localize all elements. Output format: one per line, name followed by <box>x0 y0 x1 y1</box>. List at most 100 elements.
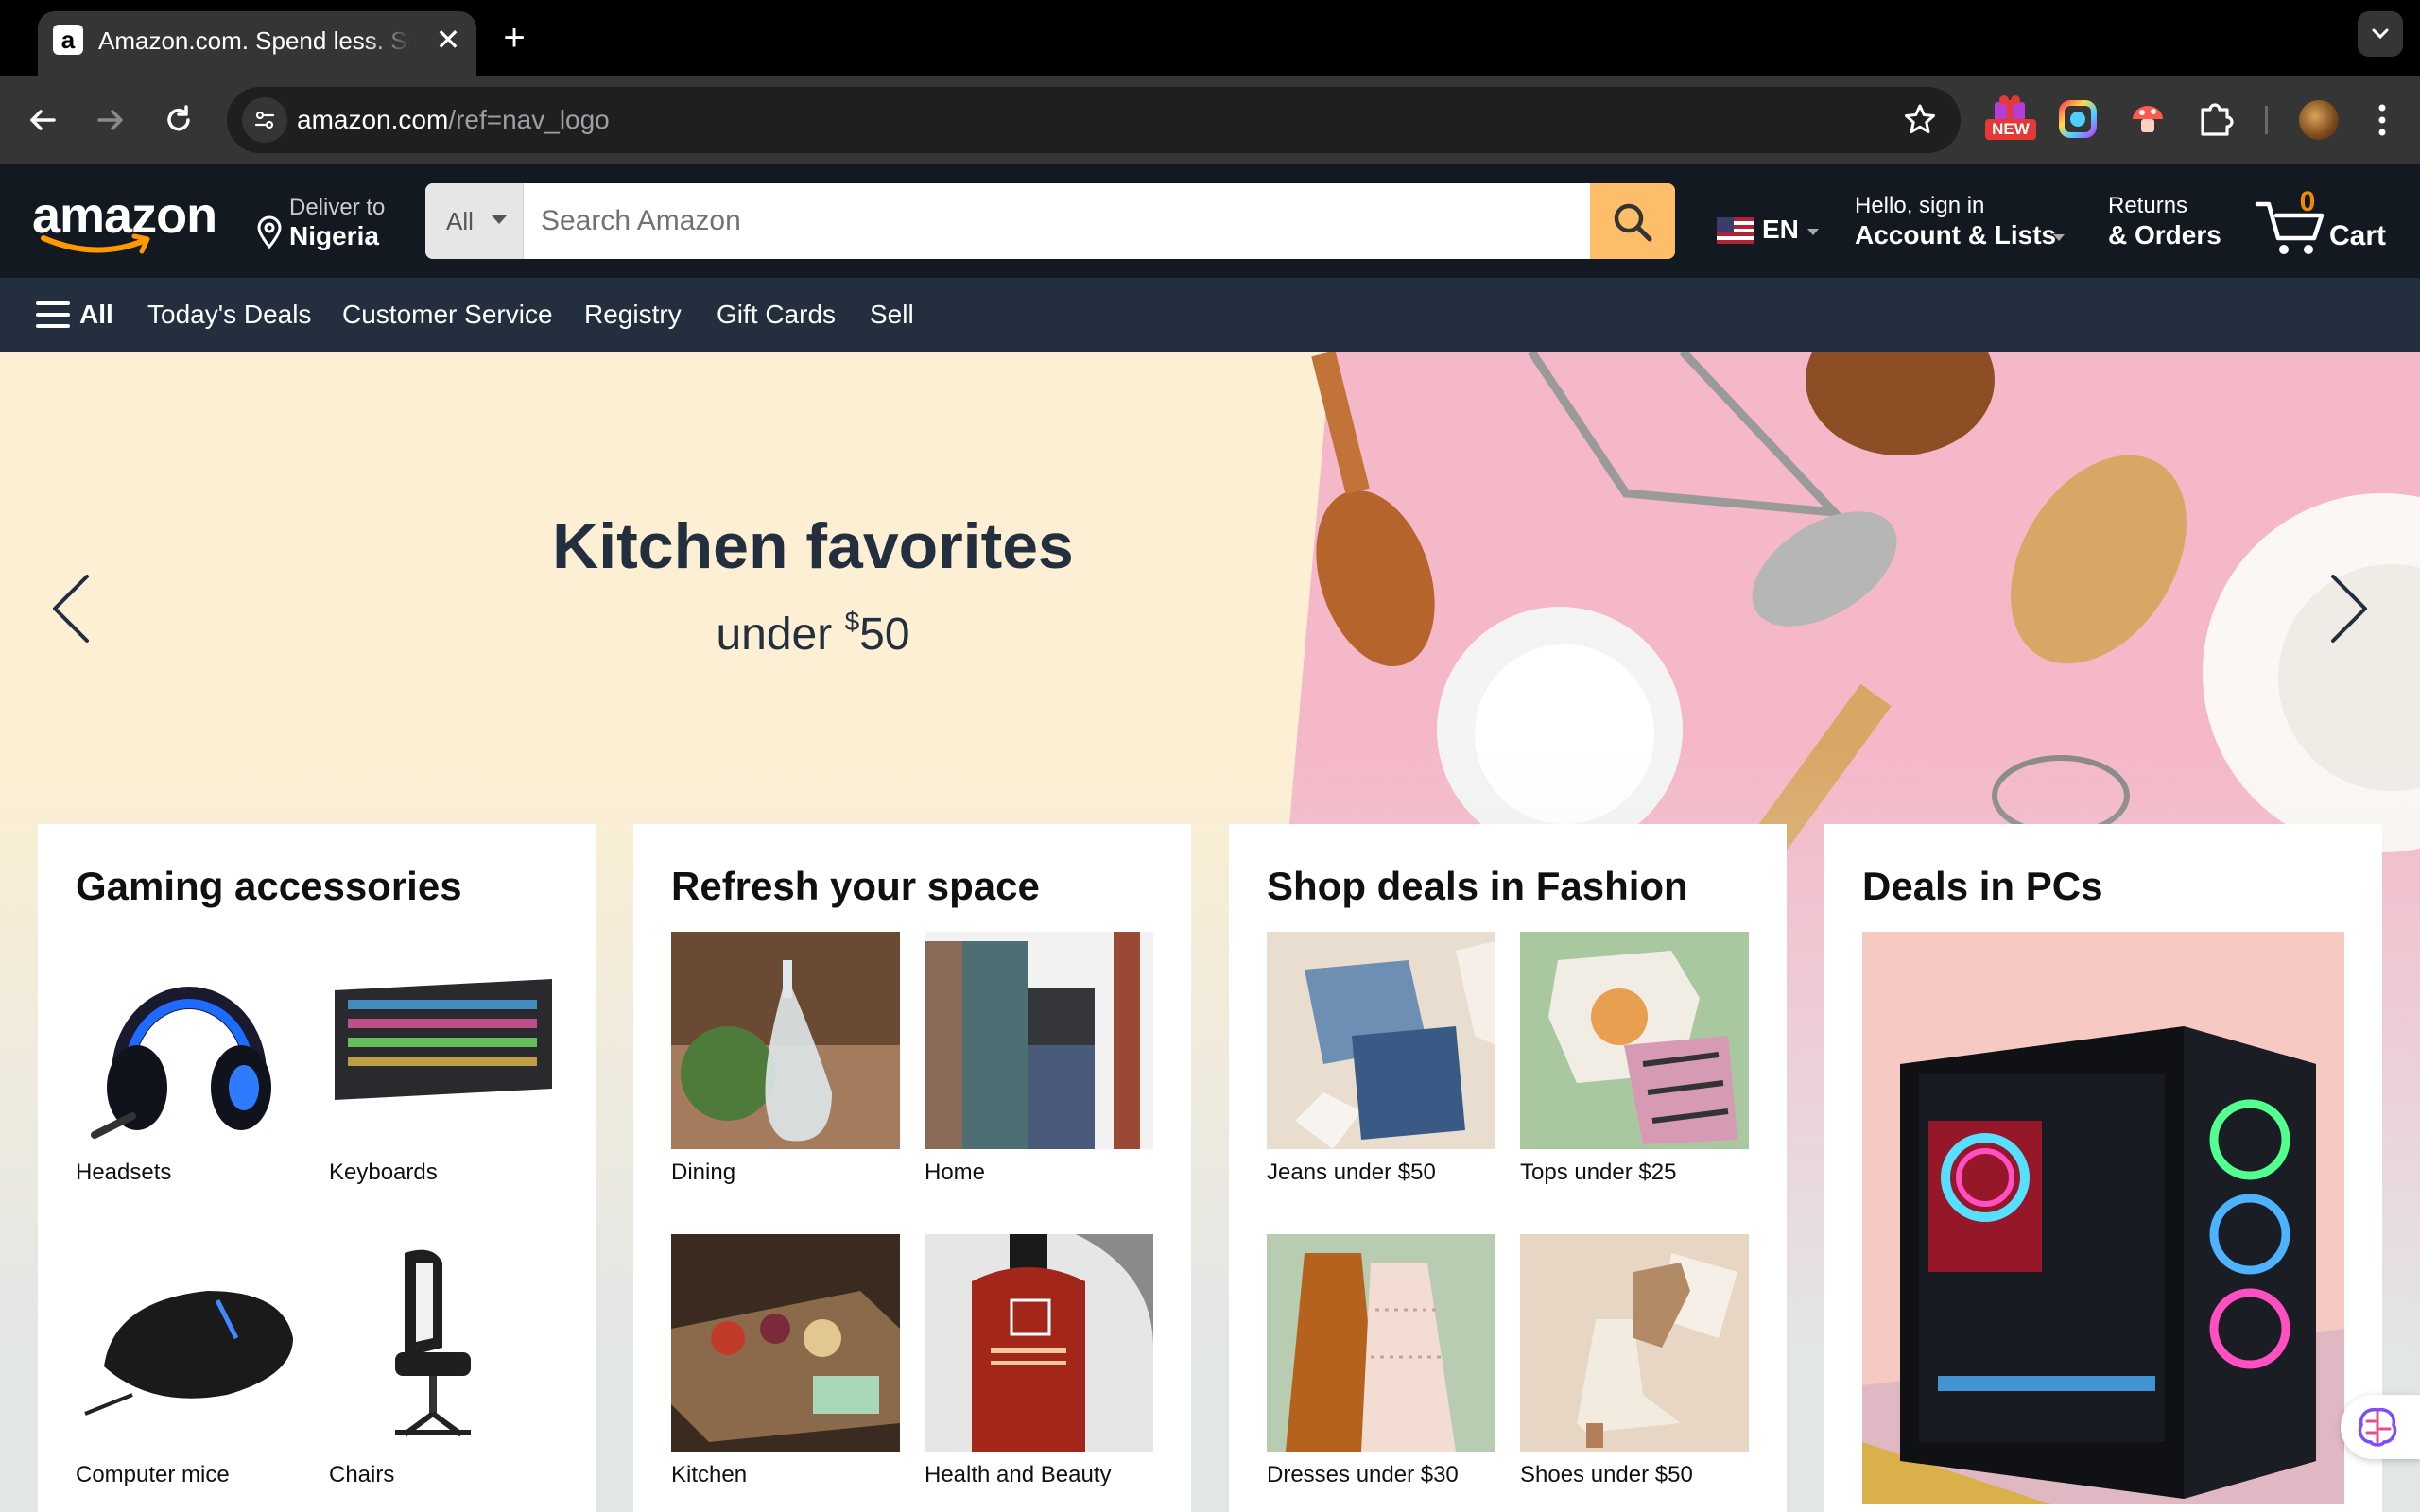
card-title: Deals in PCs <box>1862 864 2103 908</box>
chevron-left-icon <box>53 575 89 643</box>
bookmark-star-icon[interactable] <box>1900 100 1940 140</box>
new-badge: NEW <box>1985 119 2036 140</box>
tile-label: Dining <box>671 1160 736 1185</box>
language-label: EN <box>1762 215 1799 244</box>
tile-dining[interactable]: Dining <box>671 932 900 1196</box>
new-tab-button[interactable]: + <box>495 17 533 59</box>
arrow-right-icon <box>97 110 123 130</box>
extension-mushroom-button[interactable] <box>2123 94 2172 144</box>
tile-home[interactable]: Home <box>925 932 1153 1196</box>
deliver-to-location[interactable]: Deliver to Nigeria <box>250 193 401 255</box>
gaming-pc-image[interactable] <box>1862 932 2344 1504</box>
tile-label: Home <box>925 1160 986 1185</box>
forward-button[interactable] <box>87 96 134 144</box>
browser-toolbar: amazon.com/ref=nav_logo NEW <box>0 76 2420 164</box>
puzzle-icon <box>2201 103 2234 136</box>
tab-title: Amazon.com. Spend less. Smile more. <box>98 26 410 55</box>
browser-menu-button[interactable] <box>2363 96 2401 144</box>
cart-label: Cart <box>2329 220 2387 251</box>
extension-color-button[interactable] <box>2053 94 2102 144</box>
tile-label: Kitchen <box>671 1462 748 1487</box>
reload-button[interactable] <box>155 96 202 144</box>
search-bar: All <box>425 183 1675 259</box>
toolbar-divider <box>2265 106 2268 134</box>
language-selector[interactable]: EN <box>1717 212 1821 249</box>
caret-down-icon <box>492 215 507 224</box>
nav-link-registry[interactable]: Registry <box>584 299 682 331</box>
dining-image <box>671 932 900 1149</box>
account-lists-label: Account & Lists <box>1855 220 2057 249</box>
cart-count: 0 <box>2299 186 2316 217</box>
card-refresh-your-space: Refresh your space Dining Home Kitchen H… <box>633 824 1191 1512</box>
us-flag-icon <box>1717 217 1754 244</box>
orders-label: & Orders <box>2108 220 2221 249</box>
account-and-lists[interactable]: Hello, sign in Account & Lists <box>1855 193 2082 255</box>
tile-label: Shoes under $50 <box>1520 1462 1693 1487</box>
nav-link-todays-deals[interactable]: Today's Deals <box>147 299 311 331</box>
tile-label: Tops under $25 <box>1520 1160 1677 1185</box>
tile-kitchen[interactable]: Kitchen <box>671 1234 900 1499</box>
shoes-image <box>1520 1234 1749 1452</box>
url-path: /ref=nav_logo <box>448 105 610 134</box>
browser-tab[interactable]: a Amazon.com. Spend less. Smile more. ✕ <box>38 11 476 76</box>
cart-button[interactable]: 0 Cart <box>2254 185 2405 261</box>
tile-health-and-beauty[interactable]: Health and Beauty <box>925 1234 1153 1499</box>
profile-avatar[interactable] <box>2299 100 2339 140</box>
soap-bottle-image <box>925 1234 1153 1452</box>
nav-link-sell[interactable]: Sell <box>870 299 914 331</box>
color-picker-icon <box>2059 100 2097 138</box>
dresses-image <box>1267 1234 1495 1452</box>
deliver-location: Nigeria <box>289 221 379 250</box>
tile-computer-mice[interactable]: Computer mice <box>76 1234 304 1499</box>
tile-shoes[interactable]: Shoes under $50 <box>1520 1234 1749 1499</box>
search-icon <box>1614 203 1652 242</box>
tile-tops[interactable]: Tops under $25 <box>1520 932 1749 1196</box>
ai-assistant-button[interactable] <box>2341 1395 2420 1459</box>
amazon-logo[interactable]: amazon <box>23 185 221 261</box>
tile-label: Health and Beauty <box>925 1462 1112 1487</box>
search-category-dropdown[interactable]: All <box>425 183 524 259</box>
card-title: Shop deals in Fashion <box>1267 864 1688 908</box>
keyboard-image <box>329 932 558 1149</box>
carousel-prev-button[interactable] <box>38 541 104 673</box>
tile-label: Headsets <box>76 1160 172 1185</box>
nav-link-gift-cards[interactable]: Gift Cards <box>717 299 836 331</box>
card-shop-deals-fashion: Shop deals in Fashion Jeans under $50 To… <box>1229 824 1787 1512</box>
extensions-button[interactable] <box>2191 94 2240 144</box>
url-text: amazon.com/ref=nav_logo <box>297 104 610 136</box>
returns-and-orders[interactable]: Returns & Orders <box>2108 193 2240 255</box>
carousel-next-button[interactable] <box>2316 541 2382 673</box>
tile-label: Jeans under $50 <box>1267 1160 1436 1185</box>
returns-label: Returns <box>2108 193 2188 218</box>
brain-icon <box>2358 1407 2397 1447</box>
tile-chairs[interactable]: Chairs <box>329 1234 558 1499</box>
search-button[interactable] <box>1590 183 1675 259</box>
hero-subtitle: under $50 <box>416 593 1210 663</box>
hero-title: Kitchen favorites <box>552 510 1074 582</box>
caret-down-icon <box>2053 234 2065 241</box>
extension-new-button[interactable]: NEW <box>1985 94 2036 144</box>
tile-headsets[interactable]: Headsets <box>76 932 304 1196</box>
search-input[interactable] <box>524 183 1592 259</box>
sign-in-greeting: Hello, sign in <box>1855 193 1985 218</box>
tops-image <box>1520 932 1749 1149</box>
amazon-header: amazon Deliver to Nigeria All EN Hello, … <box>0 164 2420 278</box>
tile-label: Keyboards <box>329 1160 438 1185</box>
headset-image <box>76 932 304 1149</box>
deliver-to-label: Deliver to <box>289 195 386 220</box>
more-vertical-icon <box>2378 104 2386 136</box>
smile-arrow-icon <box>41 233 150 254</box>
tab-close-button[interactable]: ✕ <box>429 21 467 59</box>
tab-search-button[interactable] <box>2358 11 2403 57</box>
tile-jeans[interactable]: Jeans under $50 <box>1267 932 1495 1196</box>
hamburger-menu-icon <box>36 301 70 328</box>
tile-label: Computer mice <box>76 1462 230 1487</box>
nav-link-customer-service[interactable]: Customer Service <box>342 299 553 331</box>
tune-icon <box>254 111 275 129</box>
tile-keyboards[interactable]: Keyboards <box>329 932 558 1196</box>
back-button[interactable] <box>19 96 66 144</box>
tile-label: Chairs <box>329 1462 395 1487</box>
address-bar[interactable]: amazon.com/ref=nav_logo <box>227 87 1961 153</box>
site-info-button[interactable] <box>242 97 287 143</box>
tile-dresses[interactable]: Dresses under $30 <box>1267 1234 1495 1499</box>
